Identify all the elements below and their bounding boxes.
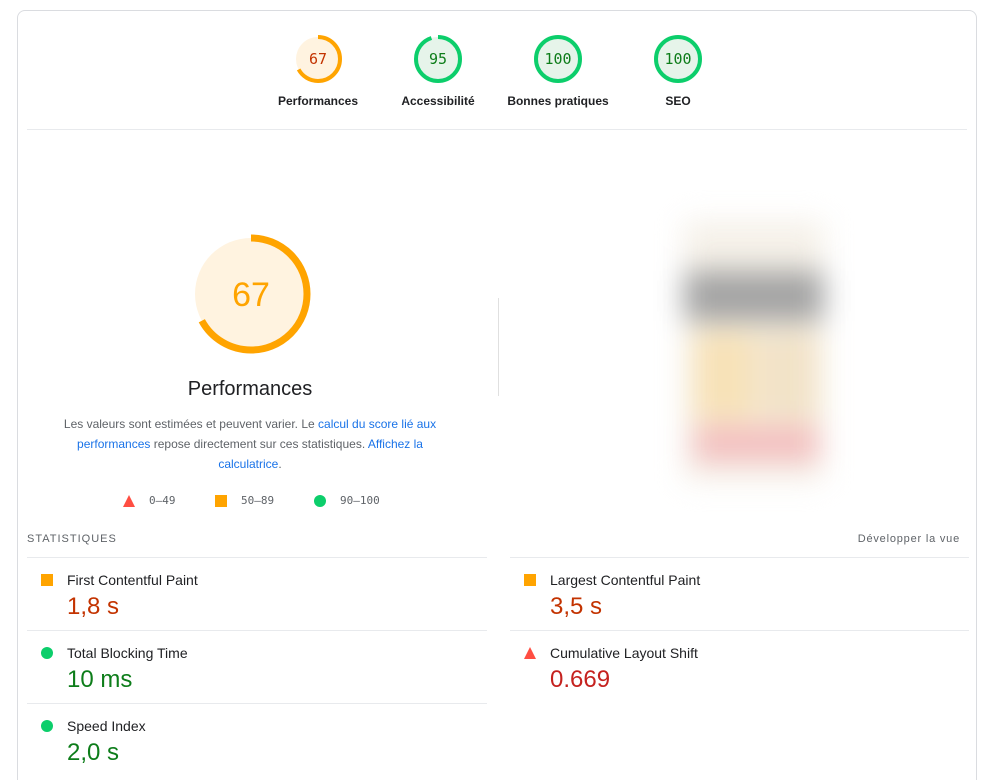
triangle-icon — [524, 647, 536, 659]
score-legend: 0–49 50–89 90–100 — [18, 494, 482, 512]
square-icon — [215, 494, 227, 507]
metric-name: Speed Index — [67, 718, 146, 734]
performance-gauge-ring: 67 — [191, 234, 311, 354]
expand-view-toggle[interactable]: Développer la vue — [858, 533, 960, 545]
lighthouse-report-card: 67 Performances 95 Accessibilité 100 Bon… — [17, 10, 977, 780]
metric-largest-contentful-paint: Largest Contentful Paint 3,5 s — [510, 557, 969, 630]
gauge-ring: 100 — [534, 35, 582, 83]
metric-value: 3,5 s — [550, 593, 603, 620]
metric-speed-index: Speed Index 2,0 s — [27, 703, 487, 776]
metric-name: Largest Contentful Paint — [550, 572, 701, 588]
legend-fail: 0–49 — [123, 494, 176, 507]
gauge-accessibility[interactable]: 95 Accessibilité — [378, 33, 498, 108]
metric-value: 1,8 s — [67, 593, 120, 620]
legend-pass: 90–100 — [314, 494, 380, 507]
final-screenshot-thumbnail[interactable] — [654, 201, 854, 501]
gauge-label: Accessibilité — [401, 94, 475, 108]
gauge-ring: 100 — [654, 35, 702, 83]
gauge-ring: 95 — [414, 35, 462, 83]
gauge-best-practices[interactable]: 100 Bonnes pratiques — [498, 33, 618, 108]
gauge-performance[interactable]: 67 Performances — [258, 33, 378, 108]
gauge-score: 100 — [664, 50, 691, 68]
circle-icon — [314, 494, 326, 507]
performance-gauge-large: 67 — [186, 229, 316, 359]
performance-description: Les valeurs sont estimées et peuvent var… — [63, 417, 437, 471]
metric-total-blocking-time: Total Blocking Time 10 ms — [27, 630, 487, 703]
gauge-ring: 67 — [294, 35, 342, 83]
metric-value: 0.669 — [550, 666, 611, 693]
gauge-seo[interactable]: 100 SEO — [618, 33, 738, 108]
gauge-label: Performances — [277, 94, 359, 108]
performance-score: 67 — [232, 276, 270, 314]
legend-average: 50–89 — [215, 494, 274, 507]
vertical-divider — [498, 298, 499, 396]
circle-icon — [41, 647, 53, 659]
gauge-score: 100 — [544, 50, 571, 68]
performance-title: Performances — [187, 378, 313, 400]
metric-name: First Contentful Paint — [67, 572, 198, 588]
metric-cumulative-layout-shift: Cumulative Layout Shift 0.669 — [510, 630, 969, 703]
gauge-score: 95 — [429, 50, 447, 68]
square-icon — [41, 574, 53, 586]
gauge-label: SEO — [665, 94, 691, 108]
metric-name: Total Blocking Time — [67, 645, 188, 661]
metric-name: Cumulative Layout Shift — [550, 645, 698, 661]
metrics-column-left: First Contentful Paint 1,8 s Total Block… — [27, 557, 487, 776]
category-gauges: 67 Performances 95 Accessibilité 100 Bon… — [18, 33, 976, 133]
header-divider — [27, 129, 967, 130]
gauge-label: Bonnes pratiques — [507, 94, 609, 108]
circle-icon — [41, 720, 53, 732]
triangle-icon — [123, 494, 135, 507]
metrics-header: STATISTIQUES — [27, 533, 117, 545]
square-icon — [524, 574, 536, 586]
metric-first-contentful-paint: First Contentful Paint 1,8 s — [27, 557, 487, 630]
metrics-column-right: Largest Contentful Paint 3,5 s Cumulativ… — [510, 557, 969, 703]
metric-value: 2,0 s — [67, 739, 120, 766]
metric-value: 10 ms — [67, 666, 133, 693]
gauge-score: 67 — [309, 50, 327, 68]
